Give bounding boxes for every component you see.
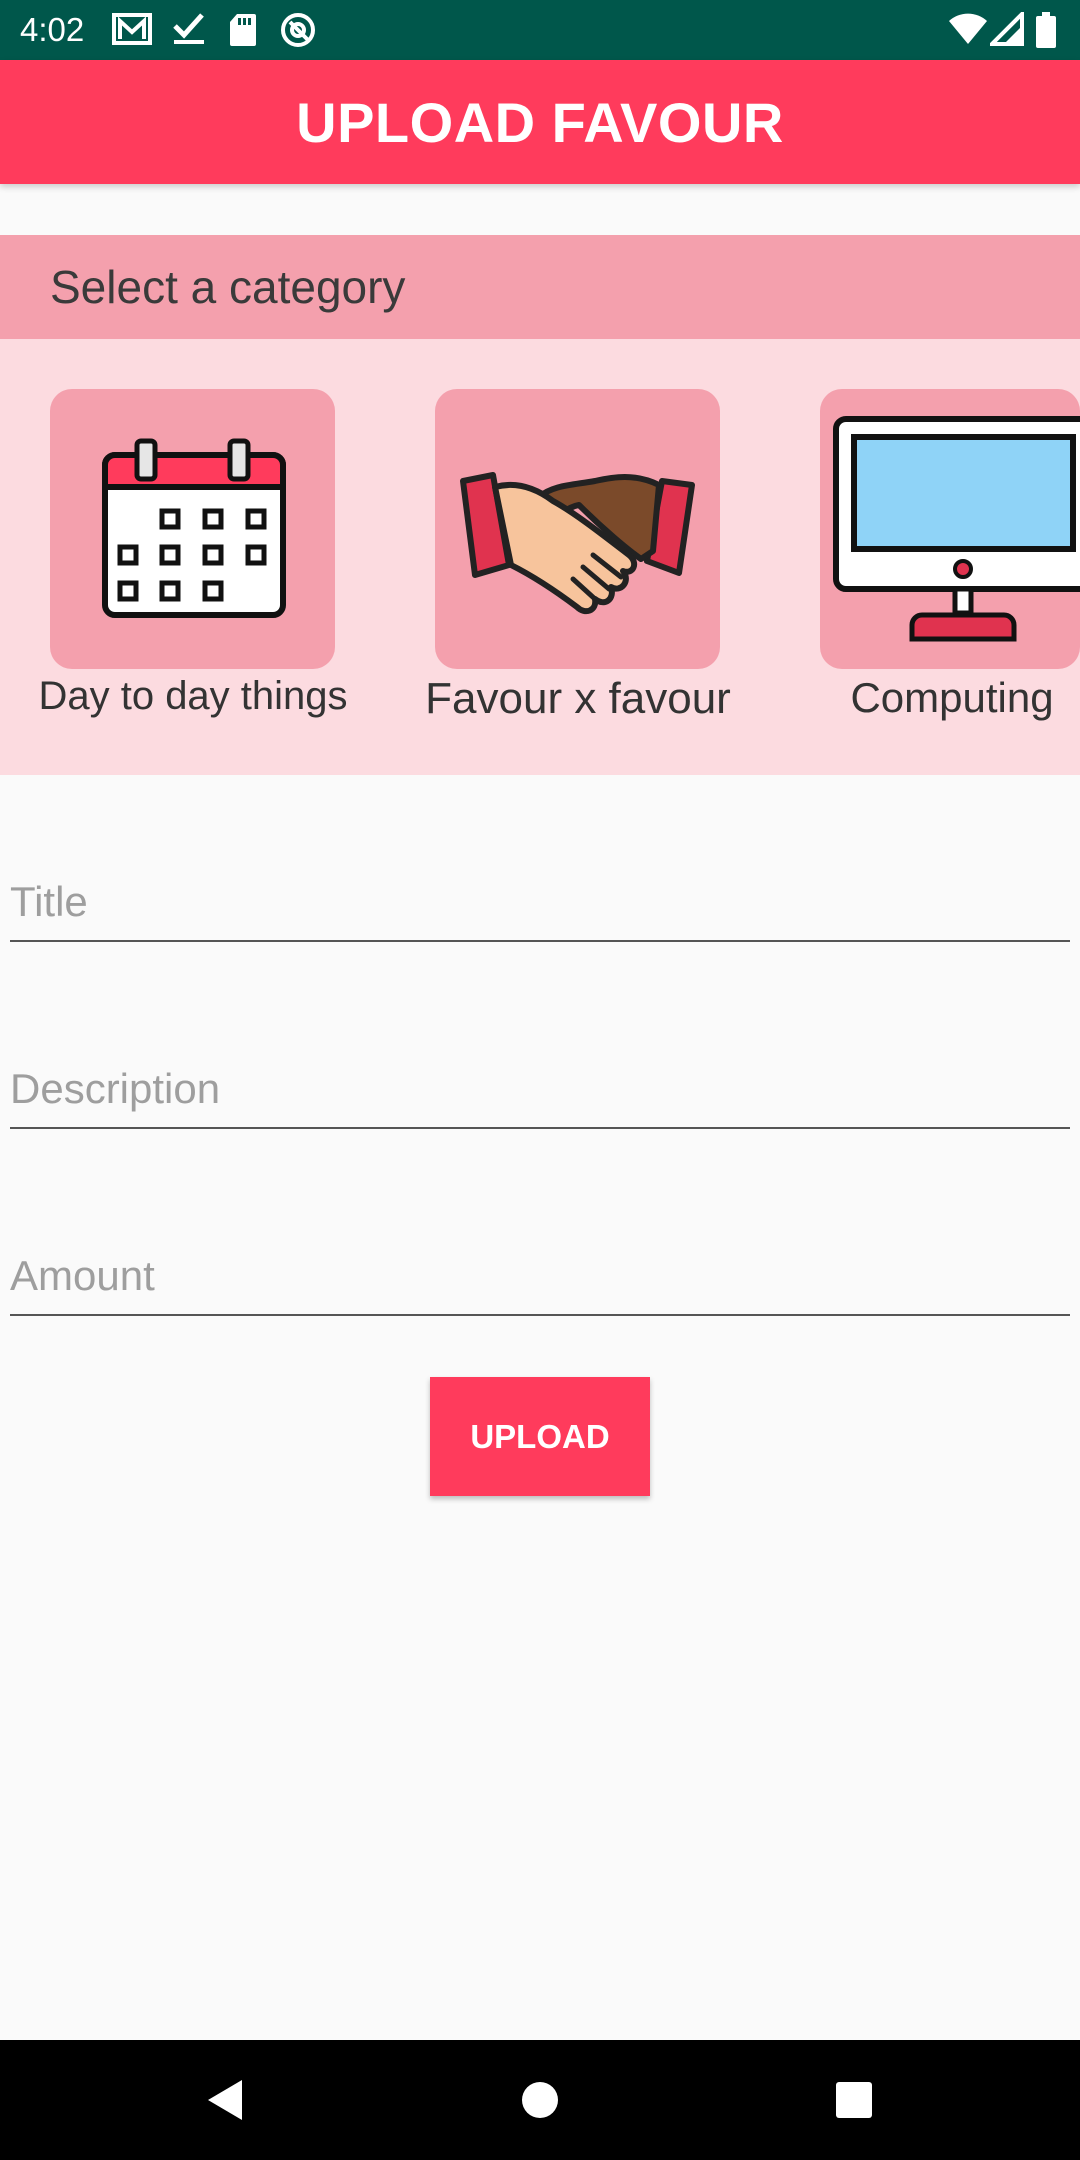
signal-icon: [987, 9, 1024, 51]
category-header: Select a category: [0, 235, 1080, 339]
gmail-icon: [112, 12, 152, 51]
category-tile[interactable]: [820, 389, 1080, 669]
category-item-favour-x-favour[interactable]: Favour x favour: [385, 339, 731, 775]
screen: 4:02 UPLOAD FAVOUR Select a category Day…: [0, 0, 1080, 2160]
category-list: Day to day things Favour x favour Comput…: [0, 339, 1080, 775]
category-item-day-to-day[interactable]: Day to day things: [0, 339, 348, 775]
amount-field[interactable]: [10, 1246, 1070, 1316]
check-icon: [172, 12, 206, 51]
at-sign-icon: [280, 12, 316, 53]
category-label: Day to day things: [38, 674, 348, 718]
description-input[interactable]: [10, 1059, 1070, 1119]
amount-underline: [10, 1314, 1070, 1316]
recents-icon[interactable]: [808, 2040, 898, 2160]
title-input[interactable]: [10, 872, 1070, 932]
category-label: Favour x favour: [425, 674, 731, 723]
amount-input[interactable]: [10, 1246, 1070, 1306]
calendar-icon: [102, 438, 286, 618]
category-item-computing[interactable]: Computing: [770, 339, 1080, 775]
wifi-icon: [948, 12, 988, 51]
monitor-icon: [833, 416, 1080, 642]
description-field[interactable]: [10, 1059, 1070, 1129]
page-title: UPLOAD FAVOUR: [296, 90, 784, 154]
home-icon[interactable]: [495, 2040, 585, 2160]
category-tile[interactable]: [435, 389, 720, 669]
category-header-label: Select a category: [50, 261, 406, 313]
upload-button[interactable]: UPLOAD: [430, 1377, 650, 1496]
sd-card-icon: [228, 12, 258, 53]
navigation-bar: [0, 2040, 1080, 2160]
app-bar: UPLOAD FAVOUR: [0, 60, 1080, 184]
status-bar: 4:02: [0, 0, 1080, 60]
back-icon[interactable]: [180, 2040, 270, 2160]
title-underline: [10, 940, 1070, 942]
category-label: Computing: [850, 674, 1054, 721]
battery-icon: [1036, 12, 1056, 53]
handshake-icon: [460, 472, 695, 615]
status-time: 4:02: [20, 11, 85, 48]
title-field[interactable]: [10, 872, 1070, 942]
description-underline: [10, 1127, 1070, 1129]
category-tile[interactable]: [50, 389, 335, 669]
